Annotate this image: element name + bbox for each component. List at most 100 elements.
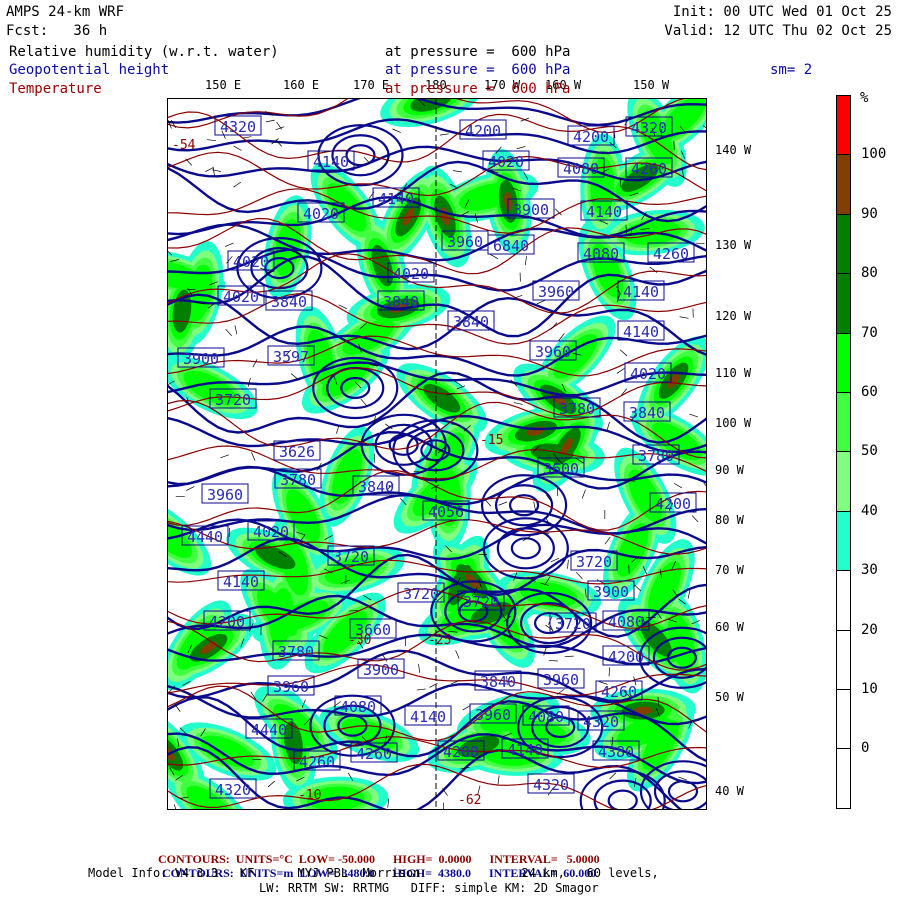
wind-barb (608, 667, 610, 677)
wind-barb (290, 373, 299, 380)
latitude-label: 60 W (715, 620, 744, 634)
height-contour-label: 4320 (583, 713, 619, 731)
height-contour-label: 4020 (303, 205, 339, 223)
height-contour-label: 3597 (273, 348, 309, 366)
wind-barb (220, 454, 229, 459)
latitude-label: 40 W (715, 784, 744, 798)
colorbar-label: 30 (861, 562, 878, 579)
colorbar-swatch (836, 392, 851, 453)
height-contour-label: 3900 (513, 201, 549, 219)
wind-barb (416, 688, 426, 691)
height-contour-label: 3626 (279, 443, 315, 461)
height-contour-label: 3840 (358, 478, 394, 496)
wind-barb (604, 536, 611, 545)
height-contour-label: 3720 (463, 593, 499, 611)
colorbar-label: 100 (861, 146, 887, 163)
wind-barb (513, 402, 523, 405)
height-contour-label: 4020 (488, 153, 524, 171)
temperature-contour-label: -15 (480, 433, 503, 448)
physics-info: LW: RRTM SW: RRTMG DIFF: simple KM: 2D S… (259, 881, 599, 895)
field-height-level: at pressure = 600 hPa (385, 62, 571, 78)
colorbar-label: 60 (861, 384, 878, 400)
latitude-label: 90 W (715, 463, 744, 477)
height-contour-label: 3840 (453, 313, 489, 331)
height-contour-label: 4140 (410, 708, 446, 726)
wind-barb (185, 158, 193, 166)
height-contour (510, 537, 541, 560)
field-height-name: Geopotential height (9, 62, 170, 78)
colorbar-swatch (836, 154, 851, 215)
wind-barb (251, 452, 256, 461)
height-contour-label: 3960 (535, 343, 571, 361)
height-contour-label: 3780 (280, 471, 316, 489)
height-contour-label: 3720 (403, 585, 439, 603)
colorbar-swatch (836, 510, 851, 572)
wind-barb (439, 133, 449, 136)
wind-barb (226, 256, 233, 264)
height-contour-label: 3960 (273, 678, 309, 696)
field-temp-level: at pressure = 600 hPa (385, 81, 571, 97)
height-contour-label: 3720 (576, 553, 612, 571)
colorbar-label: 70 (861, 324, 878, 341)
wind-barb (616, 368, 625, 374)
height-contour-label: 4020 (253, 523, 289, 541)
wind-barb (265, 119, 275, 123)
height-contour-label: 4260 (356, 745, 392, 763)
temperature-contour-label: -10 (298, 788, 321, 803)
smoothing-label: sm= 2 (770, 62, 813, 78)
colorbar-swatch (836, 570, 851, 631)
height-contour-label: 4140 (623, 323, 659, 341)
height-contour-label: 4200 (465, 122, 501, 140)
colorbar-unit: % (860, 90, 869, 106)
wind-barb (234, 325, 238, 335)
height-contour-label: 3960 (475, 706, 511, 724)
height-contour-label: 4320 (220, 118, 256, 136)
height-contour-label: 3840 (629, 404, 665, 422)
colorbar-label: 10 (861, 681, 878, 697)
colorbar-swatch (836, 95, 851, 156)
wind-barb (609, 772, 617, 780)
latitude-label: 120 W (715, 309, 752, 323)
wind-barb (360, 398, 368, 407)
latitude-label: 110 W (715, 366, 752, 380)
model-title: AMPS 24-km WRF (6, 4, 125, 20)
wind-barb (695, 242, 705, 244)
height-contour-label: 4140 (507, 741, 543, 759)
height-contour-label: 4200 (573, 128, 609, 146)
wind-barb (462, 705, 471, 711)
wind-barb (533, 501, 536, 511)
height-contour-label: 4440 (187, 528, 223, 546)
wind-barb (455, 650, 460, 659)
wind-barb (484, 499, 492, 507)
height-contour-label: 3840 (383, 293, 419, 311)
height-contour-label: 3960 (447, 233, 483, 251)
wind-barb (185, 486, 195, 491)
height-contour-label: 4140 (586, 203, 622, 221)
longitude-label: 150 W (633, 78, 670, 92)
height-contour-label: 3780 (638, 447, 674, 465)
height-contour-label: 4380 (598, 743, 634, 761)
height-contour-label: 4020 (223, 288, 259, 306)
height-contour-label: 4200 (655, 495, 691, 513)
height-contour-label: 3900 (593, 583, 629, 601)
height-contour-label: 4080 (528, 708, 564, 726)
height-contour (667, 780, 699, 803)
height-contour-label: 4320 (631, 119, 667, 137)
map-plot: 4320 4200 4200 4320 4140 4020 4080 4260 4140 4020… (122, 75, 727, 844)
colorbar-swatch (836, 273, 851, 334)
height-contour (607, 789, 638, 812)
wind-barb (619, 349, 628, 357)
height-contour-label: 4260 (601, 683, 637, 701)
wind-barb (252, 359, 258, 368)
colorbar-swatch (836, 689, 851, 750)
height-contour-label: 4140 (223, 573, 259, 591)
model-info: Model Info: V4.3.3 KF MYJ PBL Morrison 2… (88, 866, 659, 880)
latitude-label: 100 W (715, 416, 752, 430)
colorbar-swatch (836, 629, 851, 690)
temperature-contour-label: -25 (428, 633, 451, 648)
colorbar-label: 40 (861, 502, 878, 519)
height-contour-label: 3840 (271, 293, 307, 311)
wind-barb (575, 571, 583, 580)
wind-barb (516, 146, 526, 150)
latitude-label: 130 W (715, 238, 752, 252)
